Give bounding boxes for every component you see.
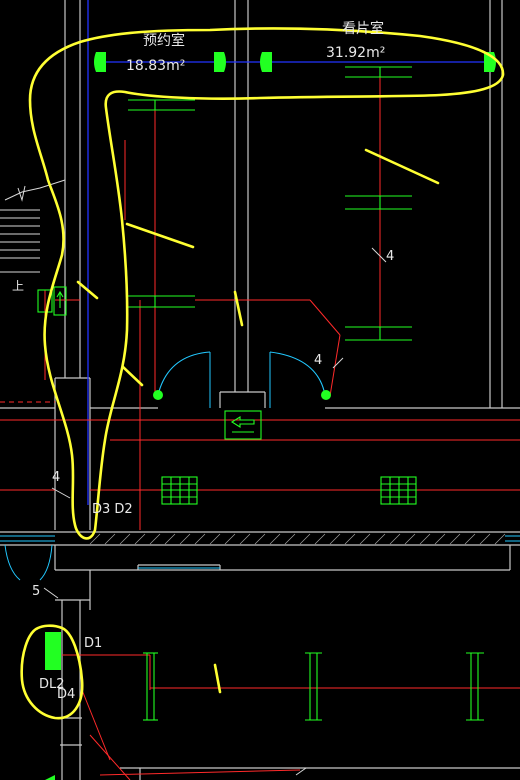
dimension-label: 4: [386, 249, 395, 264]
cyan-details: [0, 351, 520, 581]
dimension-label: 4: [52, 470, 61, 485]
pipe-tag-d3-d2: D3 D2: [92, 502, 133, 517]
dimension-label: 4: [314, 353, 323, 368]
room-name-reception: 预约室: [143, 33, 185, 49]
pipe-tag-d4: D4: [57, 687, 76, 702]
room-area-reception: 18.83m²: [126, 58, 186, 74]
pipe-lines: [0, 70, 520, 780]
room-area-viewing: 31.92m²: [326, 45, 386, 61]
room-name-viewing: 看片室: [342, 21, 384, 37]
wall-lines: [0, 0, 520, 780]
stair-lines: [0, 179, 66, 273]
axis-lines: [87, 0, 495, 505]
annotation-marks: [20, 27, 505, 720]
stair-up-label: 上: [12, 279, 25, 293]
hatch-band: [89, 533, 506, 545]
dimension-label: 5: [32, 584, 41, 599]
cad-drawing: [0, 0, 520, 780]
fixture-symbols: [37, 66, 484, 721]
pipe-tag-d1: D1: [84, 636, 103, 651]
fixture-fills: [45, 52, 496, 780]
